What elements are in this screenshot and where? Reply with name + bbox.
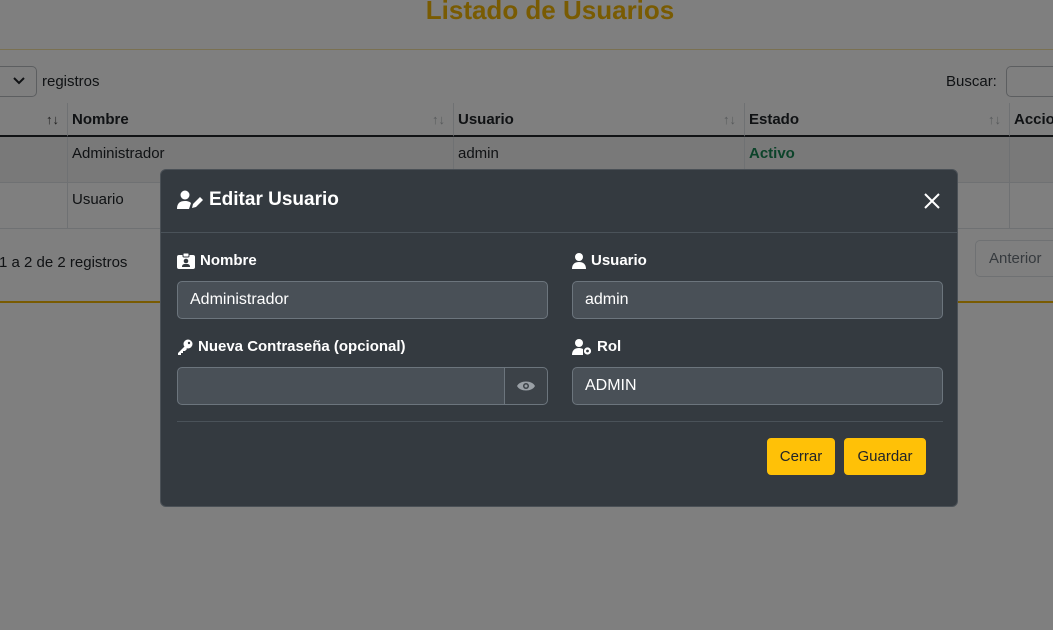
close-button[interactable]: Cerrar [767,438,835,475]
edit-user-modal: Editar Usuario Nombre Administrador Usua… [160,169,958,507]
user-cog-icon [572,338,592,355]
rol-select[interactable]: ADMIN [572,367,943,405]
toggle-password-button[interactable] [504,367,548,405]
modal-title: Editar Usuario [177,189,339,211]
usuario-label: Usuario [572,252,647,269]
rol-label: Rol [572,338,621,355]
key-icon [178,339,193,355]
password-input[interactable] [177,367,505,405]
password-label: Nueva Contraseña (opcional) [177,338,406,355]
modal-divider [177,421,943,422]
user-icon [572,252,586,269]
page: Listado de Usuarios registros Buscar: ↑↓… [0,0,1053,630]
save-button[interactable]: Guardar [844,438,926,475]
close-icon[interactable] [921,190,943,212]
id-badge-icon [177,252,195,269]
modal-header: Editar Usuario [161,170,957,233]
user-edit-icon [177,190,203,209]
nombre-input[interactable]: Administrador [177,281,548,319]
nombre-label: Nombre [177,252,257,269]
eye-icon [517,381,535,391]
usuario-input[interactable]: admin [572,281,943,319]
